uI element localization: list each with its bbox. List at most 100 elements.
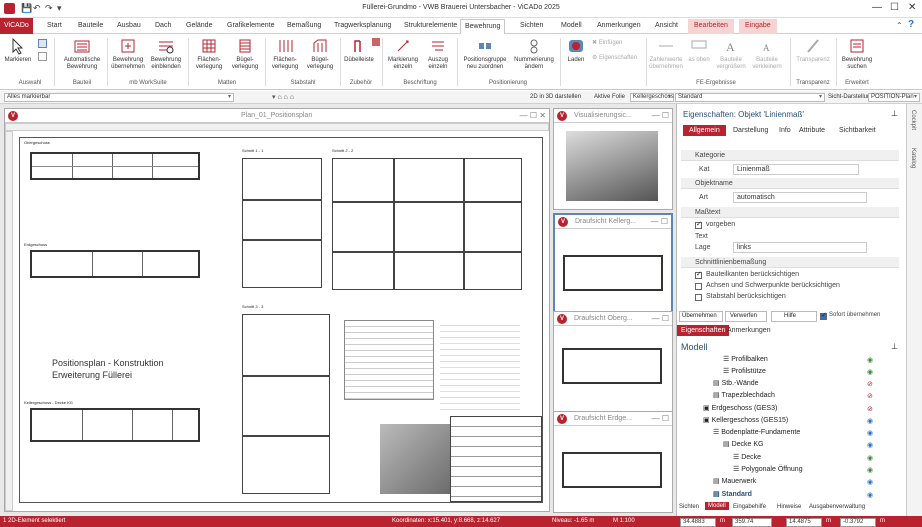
tree-item[interactable]: ☰ Polygonale Öffnung xyxy=(733,465,803,473)
sofort-checkbox[interactable] xyxy=(820,311,827,320)
eye-icon[interactable]: ◉ xyxy=(867,417,873,425)
tab-anmerkungen[interactable]: Anmerkungen xyxy=(597,22,641,29)
window-controls-icon[interactable]: — ☐ xyxy=(651,217,668,226)
auto-bewehrung-button[interactable]: Automatische Bewehrung xyxy=(60,37,104,71)
minimize-button[interactable]: — xyxy=(872,2,882,13)
eye-icon[interactable]: ◉ xyxy=(867,356,873,364)
tab-ansicht[interactable]: Ansicht xyxy=(655,22,678,29)
bauteile-vergroessern-button[interactable]: A Bauteile vergrößern xyxy=(714,37,748,71)
close-button[interactable]: ✕ xyxy=(908,2,916,13)
tab-katalog[interactable]: Katalog xyxy=(910,148,916,168)
tab-ausgabenverwaltung[interactable]: Ausgabenverwaltung xyxy=(809,504,865,510)
markierung-button[interactable]: Markierung einzeln xyxy=(386,37,420,71)
as-oben-button[interactable]: as oben xyxy=(686,37,712,64)
tree-item[interactable]: ▤ Stb.-Wände xyxy=(713,379,759,387)
flaechenverlegung-stab-button[interactable]: Flächen-verlegung xyxy=(268,37,302,71)
tree-item[interactable]: ☰ Decke xyxy=(733,453,761,461)
buegelverlegung-stab-button[interactable]: Bügel-verlegung xyxy=(303,37,337,71)
pin-icon[interactable]: ⊥ xyxy=(891,109,898,118)
tab-sichtbarkeit[interactable]: Sichtbarkeit xyxy=(839,127,876,134)
section-kategorie[interactable]: Kategorie xyxy=(681,150,899,161)
pin-icon[interactable]: ⊥ xyxy=(891,342,898,351)
dowel-edit-icon[interactable] xyxy=(372,38,380,46)
status-scale[interactable]: M 1:100 xyxy=(613,518,635,524)
tab-eingabehilfe[interactable]: Eingabehilfe xyxy=(733,504,766,510)
buegelverlegung-button[interactable]: Bügel-verlegung xyxy=(228,37,262,71)
sicht-darstellung-select[interactable]: POSITION-Plan xyxy=(868,93,920,102)
einfuegen-button[interactable]: ✖ Einfügen xyxy=(592,39,622,46)
hidden-icon[interactable]: ⊘ xyxy=(867,380,873,388)
tab-start[interactable]: Start xyxy=(47,22,62,29)
section-objektname[interactable]: Objektname xyxy=(681,178,899,189)
eye-icon[interactable]: ◉ xyxy=(867,466,873,474)
tree-item[interactable]: ☰ Profilbalken xyxy=(723,355,768,363)
hilfe-button[interactable]: Hilfe xyxy=(771,311,817,322)
tab-sichten-bottom[interactable]: Sichten xyxy=(679,504,699,510)
tab-attribute[interactable]: Attribute xyxy=(799,127,825,134)
eye-icon[interactable]: ◉ xyxy=(867,491,873,499)
bewehrung-suchen-button[interactable]: Bewehrung suchen xyxy=(840,37,874,71)
eye-icon[interactable]: ◉ xyxy=(867,429,873,437)
kat-field[interactable]: Linienmaß xyxy=(733,164,859,175)
maximize-button[interactable]: ☐ xyxy=(890,2,899,13)
section-schnittlinie[interactable]: Schnittlinienbemaßung xyxy=(681,257,899,268)
lage-select[interactable]: links xyxy=(733,242,867,253)
tab-eingabe[interactable]: Eingabe xyxy=(739,19,777,34)
window-controls-icon[interactable]: — ☐ xyxy=(652,414,669,423)
tree-item[interactable]: ▤ Mauerwerk xyxy=(713,477,756,485)
filter-tools-icon[interactable]: ▾ ⌂ ⌂ ⌂ xyxy=(272,93,294,101)
tree-item[interactable]: ▤ Decke KG xyxy=(723,440,763,448)
duebelleiste-button[interactable]: Dübelleiste xyxy=(342,37,376,64)
draufsicht-erdge-window[interactable]: V Draufsicht Erdge... — ☐ xyxy=(553,411,673,513)
vorgeben-checkbox[interactable] xyxy=(695,220,702,229)
tab-strukturelemente[interactable]: Strukturelemente xyxy=(404,22,457,29)
eigenschaften-button[interactable]: ⚙ Eigenschaften xyxy=(592,54,637,61)
window-controls-icon[interactable]: — ☐ ✕ xyxy=(520,111,546,120)
tab-gelaende[interactable]: Gelände xyxy=(186,22,212,29)
filter-icon[interactable] xyxy=(38,52,47,61)
window-controls-icon[interactable]: — ☐ xyxy=(652,314,669,323)
achsen-checkbox[interactable] xyxy=(695,283,702,290)
section-masstext[interactable]: Maßtext xyxy=(681,207,899,218)
tab-ausbau[interactable]: Ausbau xyxy=(117,22,141,29)
eye-icon[interactable]: ◉ xyxy=(867,478,873,486)
coord-field-2[interactable]: 359.74 xyxy=(732,518,772,527)
laden-button[interactable]: Laden xyxy=(564,37,588,64)
tab-sichten[interactable]: Sichten xyxy=(520,22,543,29)
verwerfen-button[interactable]: Verwerfen xyxy=(725,311,767,322)
bauteile-verkleinern-button[interactable]: A Bauteile verkleinern xyxy=(750,37,784,71)
tree-item[interactable]: ▣ Kellergeschoss (GES15) xyxy=(703,416,788,424)
bewehrung-uebernehmen-button[interactable]: Bewehrung übernehmen xyxy=(110,37,146,71)
tab-bearbeiten[interactable]: Bearbeiten xyxy=(688,19,734,34)
transparenz-button[interactable]: Transparenz xyxy=(793,37,833,64)
stabstahl-checkbox[interactable] xyxy=(695,294,702,301)
coord-field-3[interactable]: 14.4875 xyxy=(786,518,822,527)
tree-item[interactable]: ☰ Profilstütze xyxy=(723,367,766,375)
tab-darstellung[interactable]: Darstellung xyxy=(733,127,768,134)
aktive-folie-button[interactable]: Aktive Folie xyxy=(594,94,625,100)
d2-in-3d-toggle[interactable]: 2D in 3D darstellen xyxy=(530,94,581,100)
tab-modell-bottom[interactable]: Modell xyxy=(705,502,729,510)
plan-window[interactable]: V Plan_01_Positionsplan — ☐ ✕ Obergescho… xyxy=(4,108,550,512)
hidden-icon[interactable]: ⊘ xyxy=(867,392,873,400)
tree-item[interactable]: ☰ Bodenplatte-Fundamente xyxy=(713,428,800,436)
tab-tragwerksplanung[interactable]: Tragwerksplanung xyxy=(334,22,391,29)
tab-bemassung[interactable]: Bemaßung xyxy=(287,22,321,29)
tab-dach[interactable]: Dach xyxy=(155,22,171,29)
draufsicht-oberg-window[interactable]: V Draufsicht Oberg... — ☐ xyxy=(553,311,673,413)
art-select[interactable]: automatisch xyxy=(733,192,867,203)
uebernehmen-button[interactable]: Übernehmen xyxy=(679,311,723,322)
folie-select[interactable]: Kellergeschoss xyxy=(630,93,674,102)
bauteilkanten-checkbox[interactable] xyxy=(695,270,702,279)
tab-allgemein[interactable]: Allgemein xyxy=(683,125,726,136)
visualisierung-window[interactable]: V Visualisierungsic... — ☐ xyxy=(553,108,673,210)
coord-field-1[interactable]: 34.4883 xyxy=(680,518,716,527)
tab-eigenschaften[interactable]: Eigenschaften xyxy=(677,325,730,336)
collapse-ribbon-icon[interactable]: ⌃ xyxy=(896,21,903,30)
tab-bauteile[interactable]: Bauteile xyxy=(78,22,103,29)
standard-select[interactable]: Standard xyxy=(675,93,825,102)
eye-icon[interactable]: ◉ xyxy=(867,454,873,462)
tab-cockpit[interactable]: Cockpit xyxy=(910,110,916,130)
window-controls-icon[interactable]: — ☐ xyxy=(652,111,669,120)
auszug-button[interactable]: Auszug einzeln xyxy=(422,37,454,71)
